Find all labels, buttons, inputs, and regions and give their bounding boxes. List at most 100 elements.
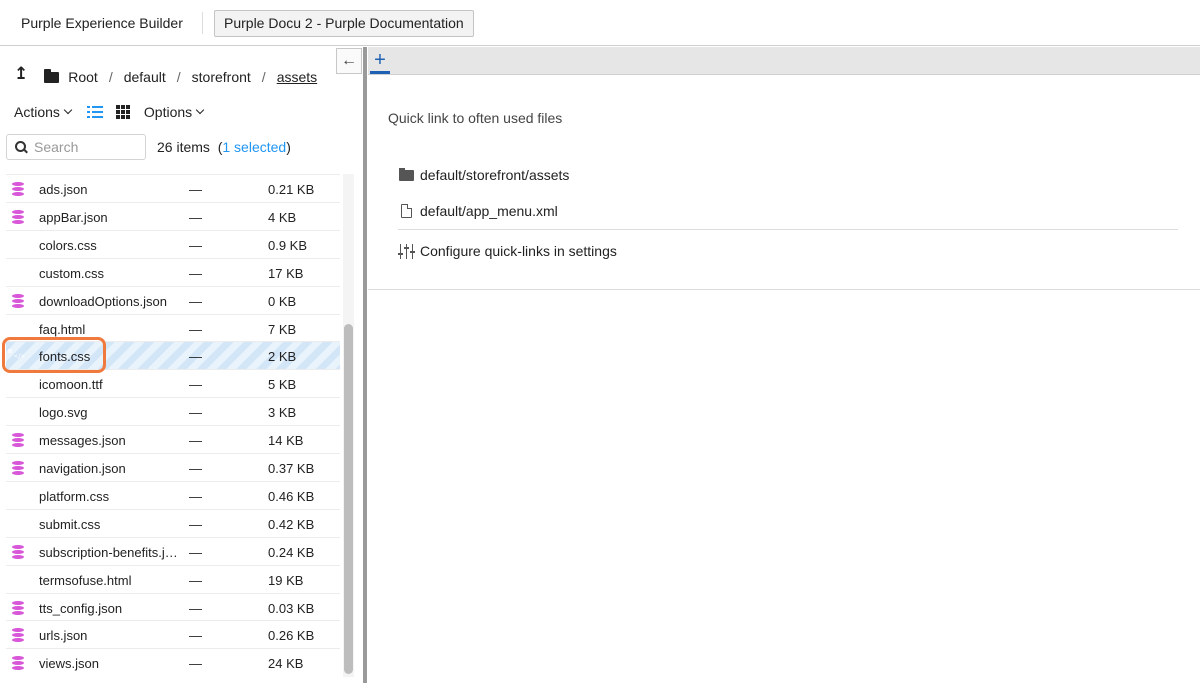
grid-view-icon[interactable] bbox=[115, 105, 130, 119]
file-row[interactable]: subscription-benefits.j… — 0.24 KB bbox=[6, 536, 340, 565]
file-size: 0.42 KB bbox=[268, 516, 315, 532]
file-modified: — bbox=[189, 461, 202, 476]
file-name: messages.json bbox=[39, 433, 126, 449]
arrow-left-icon: ← bbox=[341, 52, 357, 69]
breadcrumb-root[interactable]: Root bbox=[68, 69, 98, 85]
actions-dropdown[interactable]: Actions bbox=[14, 104, 73, 120]
file-row[interactable]: downloadOptions.json — 0 KB bbox=[6, 285, 340, 314]
file-size: 0.21 KB bbox=[268, 182, 315, 197]
actions-label: Actions bbox=[14, 104, 60, 120]
panel-divider[interactable] bbox=[363, 47, 367, 683]
quick-link-label: default/storefront/assets bbox=[420, 167, 570, 183]
up-arrow-icon[interactable]: ↥ bbox=[14, 64, 28, 84]
file-name: logo.svg bbox=[39, 405, 88, 421]
file-size: 0.03 KB bbox=[268, 600, 315, 616]
file-row[interactable]: </> platform.css —0.46 KB bbox=[6, 480, 340, 509]
selection-highlight-callout bbox=[2, 337, 106, 373]
file-row[interactable]: </> termsofuse.html —19 KB bbox=[6, 564, 340, 593]
breadcrumb: ↥ Root / default / storefront / assets bbox=[14, 64, 317, 88]
file-name: faq.html bbox=[39, 321, 86, 337]
file-size: 14 KB bbox=[268, 433, 304, 449]
selected-count-link[interactable]: 1 selected bbox=[222, 139, 286, 155]
folder-icon bbox=[44, 68, 60, 83]
file-row[interactable]: navigation.json — 0.37 KB bbox=[6, 453, 340, 481]
quick-link-label: default/app_menu.xml bbox=[420, 203, 558, 219]
file-row[interactable]: appBar.json — 4 KB bbox=[6, 201, 340, 230]
file-row[interactable]: icomoon.ttf — 5 KB bbox=[6, 369, 340, 397]
file-size: 0.26 KB bbox=[268, 628, 315, 644]
top-separator bbox=[202, 12, 203, 34]
file-list: ads.json — 0.21 KB appBar.json —4 KB </> color… bbox=[6, 174, 340, 677]
breadcrumb-default[interactable]: default bbox=[124, 69, 166, 85]
file-name: tts_config.json bbox=[39, 600, 123, 616]
breadcrumb-separator: / bbox=[176, 69, 181, 85]
list-view-icon[interactable] bbox=[86, 105, 103, 119]
file-size: 0.9 KB bbox=[268, 237, 308, 253]
item-count: 26 items (1 selected) bbox=[157, 139, 291, 155]
search-input[interactable] bbox=[34, 139, 134, 155]
file-row[interactable]: logo.svg — 3 KB bbox=[6, 397, 340, 425]
quick-links-divider bbox=[398, 229, 1178, 230]
file-size: 19 KB bbox=[268, 572, 304, 588]
document-tab[interactable]: Purple Docu 2 - Purple Documentation bbox=[214, 10, 474, 37]
workspace-tab-bar bbox=[368, 47, 1200, 75]
file-row[interactable]: urls.json — 0.26 KB bbox=[6, 620, 340, 648]
file-row[interactable]: views.json — 24 KB bbox=[6, 648, 340, 676]
file-row[interactable]: tts_config.json — 0.03 KB bbox=[6, 592, 340, 621]
file-modified: — bbox=[189, 544, 202, 560]
file-modified: — bbox=[189, 405, 202, 421]
folder-open-icon bbox=[398, 167, 414, 181]
file-row[interactable]: </> custom.css —17 KB bbox=[6, 257, 340, 286]
new-tab-button[interactable]: + bbox=[370, 49, 390, 74]
file-modified: — bbox=[189, 572, 202, 588]
file-name: icomoon.ttf bbox=[39, 377, 103, 393]
app-title: Purple Experience Builder bbox=[21, 15, 183, 31]
quick-link-folder[interactable]: default/storefront/assets bbox=[398, 167, 569, 183]
workspace-panel bbox=[368, 47, 1200, 683]
collapse-panel-button[interactable]: ← bbox=[336, 48, 362, 74]
scrollbar-thumb[interactable] bbox=[344, 324, 353, 674]
file-size: 0.37 KB bbox=[268, 461, 315, 476]
workspace-divider bbox=[368, 289, 1200, 290]
file-name: urls.json bbox=[39, 628, 88, 644]
file-icon bbox=[400, 203, 412, 218]
file-name: subscription-benefits.j… bbox=[39, 544, 178, 560]
file-name: custom.css bbox=[39, 265, 105, 281]
file-modified: — bbox=[189, 488, 202, 504]
top-bar: Purple Experience Builder Purple Docu 2 … bbox=[0, 0, 1200, 46]
file-modified: — bbox=[189, 377, 202, 393]
file-size: 24 KB bbox=[268, 656, 304, 672]
file-row[interactable]: </> submit.css —0.42 KB bbox=[6, 508, 340, 537]
chevron-down-icon bbox=[195, 105, 205, 115]
item-count-text: 26 items bbox=[157, 139, 210, 155]
file-modified: — bbox=[189, 516, 202, 532]
file-modified: — bbox=[189, 209, 202, 225]
options-dropdown[interactable]: Options bbox=[144, 104, 205, 120]
file-modified: — bbox=[189, 265, 202, 281]
file-row[interactable]: ads.json — 0.21 KB bbox=[6, 174, 340, 202]
file-row[interactable]: </> colors.css —0.9 KB bbox=[6, 229, 340, 258]
file-name: submit.css bbox=[39, 516, 101, 532]
file-modified: — bbox=[189, 656, 202, 672]
file-size: 0 KB bbox=[268, 293, 297, 309]
file-size: 2 KB bbox=[268, 349, 297, 365]
configure-quick-links-link[interactable]: Configure quick-links in settings bbox=[397, 243, 617, 259]
file-name: termsofuse.html bbox=[39, 572, 132, 588]
breadcrumb-separator: / bbox=[261, 69, 266, 85]
file-name: ads.json bbox=[39, 182, 88, 197]
sliders-icon bbox=[397, 243, 415, 259]
chevron-down-icon bbox=[63, 105, 73, 115]
file-modified: — bbox=[189, 182, 202, 197]
file-modified: — bbox=[189, 349, 202, 365]
file-size: 0.46 KB bbox=[268, 488, 315, 504]
search-box bbox=[6, 134, 146, 160]
file-modified: — bbox=[189, 321, 202, 337]
file-size: 7 KB bbox=[268, 321, 297, 337]
selected-close-paren: ) bbox=[286, 139, 291, 155]
file-row[interactable]: messages.json — 14 KB bbox=[6, 425, 340, 453]
search-icon bbox=[15, 141, 27, 153]
file-size: 5 KB bbox=[268, 377, 297, 393]
breadcrumb-storefront[interactable]: storefront bbox=[192, 69, 251, 85]
breadcrumb-assets[interactable]: assets bbox=[277, 69, 317, 85]
quick-link-file[interactable]: default/app_menu.xml bbox=[398, 203, 558, 219]
